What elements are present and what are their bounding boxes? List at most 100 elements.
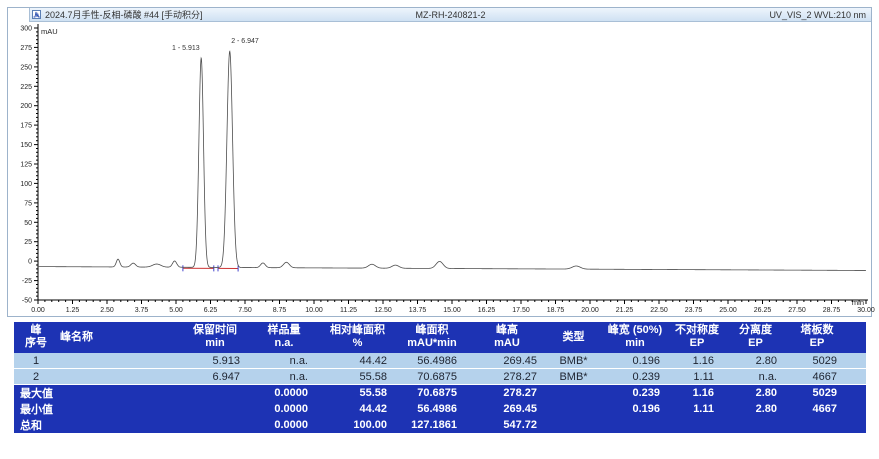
cell-asymmetry: 1.16 [670,385,724,402]
cell-retention-time [180,401,250,417]
column-header-plates: 塔板数EP [787,322,847,353]
cell-area: 56.4986 [397,353,467,369]
column-header-area: 峰面积mAU*min [397,322,467,353]
svg-text:10.00: 10.00 [305,307,323,314]
svg-text:300: 300 [20,26,32,33]
cell-filler [847,369,866,385]
svg-text:23.75: 23.75 [685,307,703,314]
column-header-amount: 样品量n.a. [250,322,318,353]
cell-height: 269.45 [467,401,547,417]
svg-text:25.00: 25.00 [719,307,737,314]
svg-text:28.75: 28.75 [823,307,841,314]
cell-type [547,417,600,433]
cell-relative-area: 44.42 [318,401,397,417]
cell-asymmetry [670,417,724,433]
table-row[interactable]: 总和 0.0000 100.00 127.1861 547.72 [14,417,866,433]
y-axis-ticks: -50-250255075100125150175200225250275300 [20,26,38,305]
cell-peak-name [58,353,180,369]
svg-text:0.00: 0.00 [31,307,45,314]
results-table-header: 峰序号 峰名称 保留时间min 样品量n.a. 相对峰面积% 峰面积mAU*mi… [14,322,866,353]
cell-relative-area: 55.58 [318,385,397,402]
table-row[interactable]: 2 6.947 n.a. 55.58 70.6875 278.27 BMB* 0… [14,369,866,385]
cell-amount: 0.0000 [250,417,318,433]
cell-resolution: 2.80 [724,401,787,417]
svg-text:16.25: 16.25 [478,307,496,314]
svg-text:-50: -50 [22,298,32,305]
svg-text:150: 150 [20,142,32,149]
cell-relative-area: 44.42 [318,353,397,369]
chromatogram-titlebar[interactable]: 2024.7月手性-反相-磷酸 #44 [手动积分] MZ-RH-240821-… [29,8,871,22]
svg-text:8.75: 8.75 [273,307,287,314]
cell-plates: 4667 [787,401,847,417]
cell-peak-no: 最大值 [14,385,58,402]
svg-text:17.50: 17.50 [512,307,530,314]
table-row[interactable]: 最小值 0.0000 44.42 56.4986 269.45 0.196 1.… [14,401,866,417]
cell-retention-time: 6.947 [180,369,250,385]
svg-text:26.25: 26.25 [754,307,772,314]
svg-text:18.75: 18.75 [547,307,565,314]
cell-amount: 0.0000 [250,385,318,402]
x-unit-label: min [852,298,864,307]
cell-asymmetry: 1.11 [670,401,724,417]
cell-plates: 5029 [787,385,847,402]
svg-text:5.00: 5.00 [169,307,183,314]
svg-text:225: 225 [20,84,32,91]
svg-text:20.00: 20.00 [581,307,599,314]
svg-text:30.00: 30.00 [857,307,875,314]
cell-peak-no: 1 [14,353,58,369]
cell-peak-name [58,369,180,385]
cell-peak-no: 总和 [14,417,58,433]
table-row[interactable]: 1 5.913 n.a. 44.42 56.4986 269.45 BMB* 0… [14,353,866,369]
cell-retention-time [180,385,250,402]
results-table: 峰序号 峰名称 保留时间min 样品量n.a. 相对峰面积% 峰面积mAU*mi… [14,322,866,433]
cell-asymmetry: 1.11 [670,369,724,385]
cell-width-50: 0.196 [600,353,670,369]
column-header-relative-area: 相对峰面积% [318,322,397,353]
cell-width-50 [600,417,670,433]
cell-filler [847,353,866,369]
cell-width-50: 0.239 [600,385,670,402]
chromatogram-panel: 2024.7月手性-反相-磷酸 #44 [手动积分] MZ-RH-240821-… [7,7,872,317]
chromatography-report: 2024.7月手性-反相-磷酸 #44 [手动积分] MZ-RH-240821-… [0,0,879,459]
svg-text:275: 275 [20,45,32,52]
svg-text:7.50: 7.50 [238,307,252,314]
signal-trace [38,51,866,270]
cell-area: 70.6875 [397,369,467,385]
cell-peak-no: 最小值 [14,401,58,417]
svg-text:0: 0 [28,259,32,266]
cell-retention-time [180,417,250,433]
cell-height: 547.72 [467,417,547,433]
cell-retention-time: 5.913 [180,353,250,369]
results-table-body: 1 5.913 n.a. 44.42 56.4986 269.45 BMB* 0… [14,353,866,433]
cell-asymmetry: 1.16 [670,353,724,369]
integration-baselines [183,265,238,271]
column-header-width-50: 峰宽 (50%)min [600,322,670,353]
svg-text:3.75: 3.75 [135,307,149,314]
svg-text:50: 50 [24,220,32,227]
column-header-filler [847,322,866,353]
cell-filler [847,401,866,417]
cell-peak-name [58,401,180,417]
x-axis-ticks: 0.001.252.503.755.006.257.508.7510.0011.… [31,300,875,314]
svg-text:22.50: 22.50 [650,307,668,314]
cell-type [547,385,600,402]
y-unit-label: mAU [41,27,58,36]
svg-text:1 - 5.913: 1 - 5.913 [172,45,200,52]
cell-amount: 0.0000 [250,401,318,417]
svg-text:250: 250 [20,64,32,71]
chromatogram-plot[interactable]: -50-250255075100125150175200225250275300… [8,22,871,316]
svg-text:6.25: 6.25 [204,307,218,314]
svg-text:27.50: 27.50 [788,307,806,314]
column-header-asymmetry: 不对称度EP [670,322,724,353]
svg-text:1.25: 1.25 [66,307,80,314]
cell-resolution: 2.80 [724,385,787,402]
column-header-retention-time: 保留时间min [180,322,250,353]
column-header-height: 峰高mAU [467,322,547,353]
cell-height: 278.27 [467,385,547,402]
injection-title: 2024.7月手性-反相-磷酸 #44 [手动积分] [45,8,203,21]
cell-relative-area: 100.00 [318,417,397,433]
svg-text:12.50: 12.50 [374,307,392,314]
table-row[interactable]: 最大值 0.0000 55.58 70.6875 278.27 0.239 1.… [14,385,866,402]
svg-text:75: 75 [24,200,32,207]
svg-text:100: 100 [20,181,32,188]
